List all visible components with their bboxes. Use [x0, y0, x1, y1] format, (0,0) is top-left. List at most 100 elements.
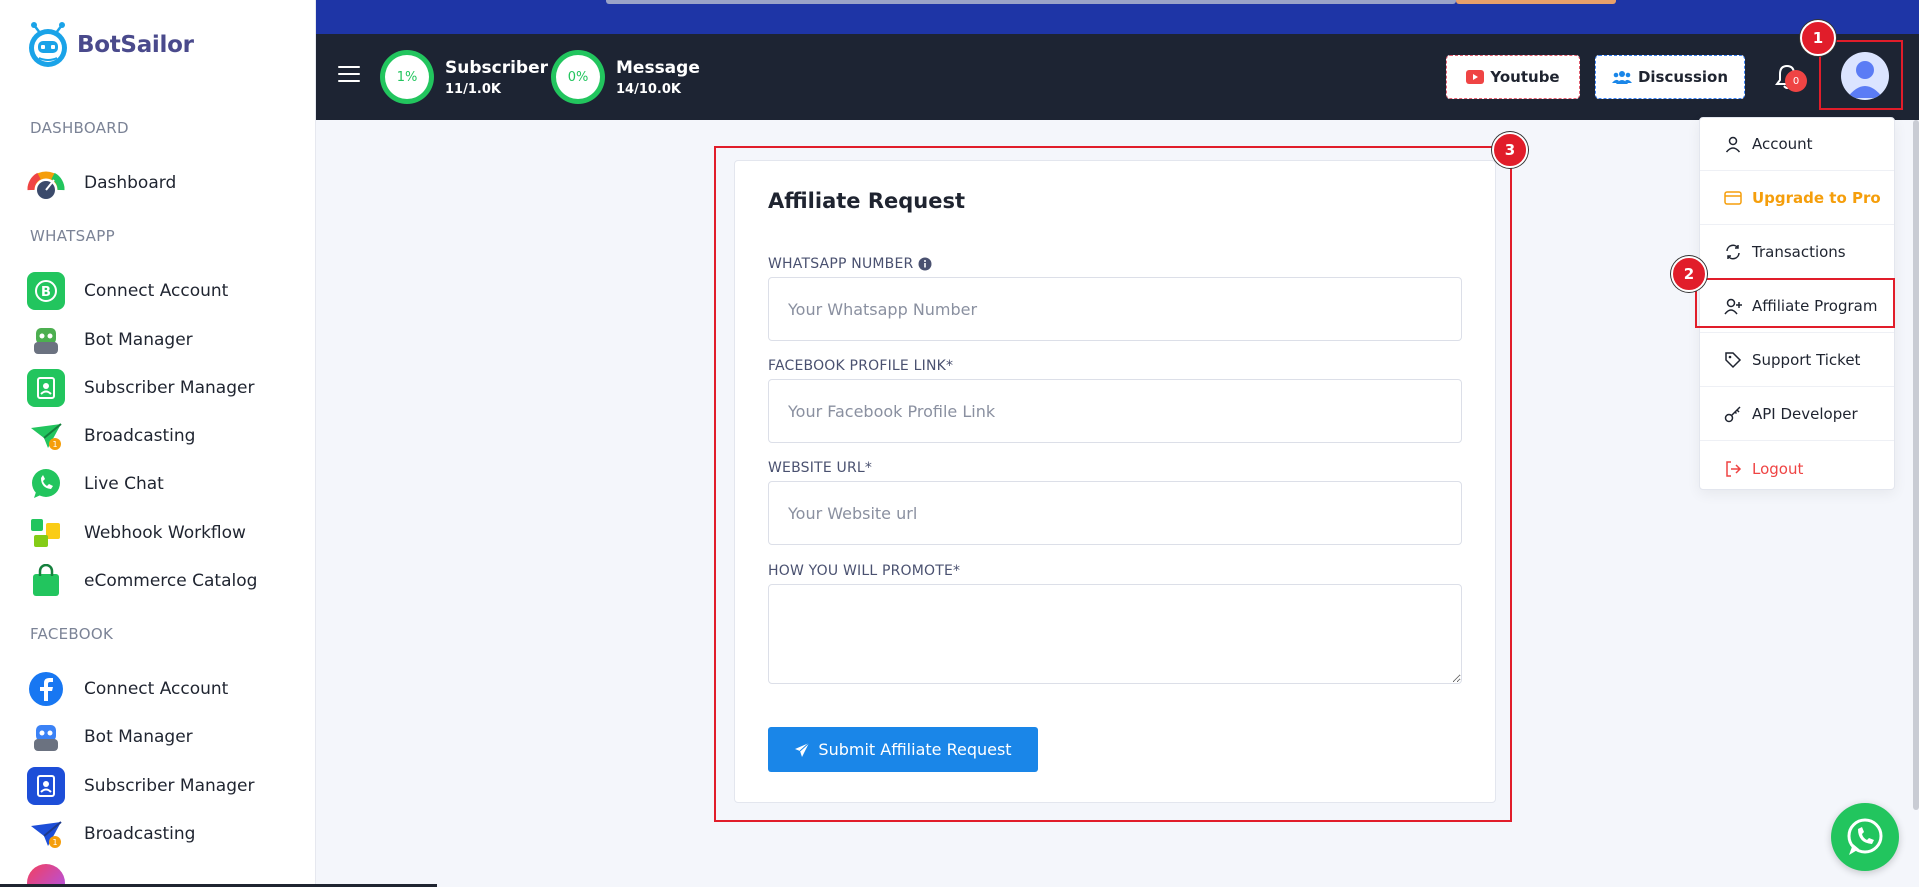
submit-label: Submit Affiliate Request — [818, 740, 1012, 759]
user-plus-icon — [1724, 298, 1742, 315]
card-title: Affiliate Request — [768, 189, 966, 213]
top-strip-accent — [1456, 0, 1616, 4]
section-facebook: FACEBOOK — [30, 625, 114, 643]
subscriber-value: 11/1.0K — [445, 81, 501, 97]
page-scrollbar[interactable] — [1913, 120, 1919, 810]
sidebar-item-label: eCommerce Catalog — [84, 571, 258, 591]
sidebar-item-label: Webhook Workflow — [84, 523, 246, 543]
robot-icon — [27, 718, 65, 756]
youtube-button[interactable]: Youtube — [1446, 55, 1580, 99]
sidebar-item-dashboard[interactable]: Dashboard — [27, 163, 307, 203]
sidebar-item-wa-live-chat[interactable]: Live Chat — [27, 464, 307, 504]
sidebar-item-fb-connect-account[interactable]: Connect Account — [27, 669, 307, 709]
shopping-bag-icon — [27, 562, 65, 600]
sidebar-item-label: Connect Account — [84, 679, 229, 699]
how-you-will-promote-label: HOW YOU WILL PROMOTE* — [768, 563, 961, 579]
subscriber-progress-ring: 1% — [380, 50, 434, 104]
notification-badge: 0 — [1785, 70, 1807, 92]
facebook-profile-link-label: FACEBOOK PROFILE LINK* — [768, 358, 954, 374]
key-icon — [1724, 406, 1741, 423]
discussion-button[interactable]: Discussion — [1595, 55, 1745, 99]
whatsapp-icon: B — [27, 272, 65, 310]
dropdown-label: Logout — [1752, 459, 1804, 478]
whatsapp-icon — [1847, 818, 1883, 855]
hamburger-menu-icon[interactable] — [338, 66, 360, 84]
how-you-will-promote-textarea[interactable] — [768, 584, 1462, 684]
dropdown-item-api-developer[interactable]: API Developer — [1700, 388, 1894, 441]
broadcast-plane-icon: 1 — [27, 417, 65, 455]
affiliate-request-card: Affiliate Request WHATSAPP NUMBER FACEBO… — [734, 160, 1496, 803]
discussion-label: Discussion — [1637, 68, 1729, 86]
user-avatar[interactable] — [1841, 52, 1889, 100]
phonebook-icon — [27, 369, 65, 407]
facebook-profile-link-input[interactable] — [768, 379, 1462, 443]
dropdown-label: Upgrade to Pro — [1752, 189, 1881, 207]
info-icon[interactable] — [918, 257, 932, 271]
dropdown-item-affiliate-program[interactable]: Affiliate Program — [1700, 280, 1894, 333]
sidebar-item-label: Subscriber Manager — [84, 776, 255, 796]
top-strip-bar — [606, 0, 1456, 4]
sidebar-item-fb-bot-manager[interactable]: Bot Manager — [27, 717, 307, 757]
refresh-icon — [1726, 244, 1740, 260]
sidebar-item-label: Bot Manager — [84, 727, 193, 747]
annotation-number-3: 3 — [1492, 132, 1528, 168]
dropdown-item-account[interactable]: Account — [1700, 118, 1894, 171]
logout-icon — [1726, 460, 1742, 477]
sidebar-item-label: Live Chat — [84, 474, 164, 494]
whatsapp-float-button[interactable] — [1831, 803, 1899, 871]
youtube-icon — [1466, 70, 1485, 84]
message-percent: 0% — [556, 55, 600, 99]
stat-subscriber: 1% Subscriber 11/1.0K — [380, 50, 548, 104]
section-dashboard: DASHBOARD — [30, 119, 129, 137]
svg-text:B: B — [41, 285, 51, 300]
robot-icon — [27, 321, 65, 359]
dropdown-item-support-ticket[interactable]: Support Ticket — [1700, 334, 1894, 387]
credit-card-icon — [1724, 191, 1742, 205]
message-title: Message — [616, 57, 700, 78]
sidebar-item-wa-webhook-workflow[interactable]: Webhook Workflow — [27, 513, 307, 553]
dropdown-item-upgrade-to-pro[interactable]: Upgrade to Pro — [1700, 172, 1894, 225]
svg-text:1: 1 — [52, 838, 57, 847]
user-dropdown-menu: Account Upgrade to Pro Transactions Affi… — [1699, 117, 1895, 490]
users-icon — [1611, 71, 1632, 84]
dropdown-label: Transactions — [1752, 243, 1846, 261]
browser-top-strip — [316, 0, 1919, 34]
botsailor-logo-icon — [27, 22, 69, 68]
submit-affiliate-request-button[interactable]: Submit Affiliate Request — [768, 727, 1038, 772]
facebook-icon — [27, 670, 65, 708]
sidebar-item-label: Broadcasting — [84, 426, 196, 446]
phonebook-icon — [27, 767, 65, 805]
sidebar-item-wa-bot-manager[interactable]: Bot Manager — [27, 320, 307, 360]
message-value: 14/10.0K — [616, 81, 681, 97]
stat-message: 0% Message 14/10.0K — [551, 50, 700, 104]
dropdown-label: Support Ticket — [1752, 351, 1861, 369]
tag-icon — [1725, 352, 1742, 369]
sidebar-item-label: Bot Manager — [84, 330, 193, 350]
user-icon — [1725, 136, 1741, 153]
dropdown-item-logout[interactable]: Logout — [1700, 442, 1894, 495]
dropdown-label: API Developer — [1752, 405, 1858, 423]
whatsapp-number-input[interactable] — [768, 277, 1462, 341]
subscriber-title: Subscriber — [445, 57, 549, 78]
youtube-label: Youtube — [1490, 68, 1560, 86]
top-header: 1% Subscriber 11/1.0K 0% Message 14/10.0… — [316, 34, 1919, 120]
dashboard-gauge-icon — [27, 164, 65, 202]
whatsapp-number-label-text: WHATSAPP NUMBER — [768, 256, 914, 272]
sidebar-item-wa-broadcasting[interactable]: 1 Broadcasting — [27, 416, 307, 456]
sidebar-item-label: Connect Account — [84, 281, 229, 301]
sidebar-item-fb-subscriber-manager[interactable]: Subscriber Manager — [27, 766, 307, 806]
sidebar-item-wa-connect-account[interactable]: B Connect Account — [27, 271, 307, 311]
whatsapp-chat-icon — [27, 465, 65, 503]
website-url-input[interactable] — [768, 481, 1462, 545]
annotation-number-2: 2 — [1671, 256, 1707, 292]
whatsapp-number-label: WHATSAPP NUMBER — [768, 256, 932, 272]
webhook-icon — [27, 514, 65, 552]
sidebar-item-fb-broadcasting[interactable]: 1 Broadcasting — [27, 814, 307, 854]
dropdown-item-transactions[interactable]: Transactions — [1700, 226, 1894, 279]
sidebar: BotSailor DASHBOARD Dashboard WHATSAPP B… — [0, 0, 316, 887]
sidebar-item-wa-subscriber-manager[interactable]: Subscriber Manager — [27, 368, 307, 408]
annotation-number-1: 1 — [1800, 20, 1836, 56]
paper-plane-icon — [795, 742, 810, 757]
brand[interactable]: BotSailor — [27, 22, 194, 68]
sidebar-item-wa-ecommerce-catalog[interactable]: eCommerce Catalog — [27, 561, 307, 601]
